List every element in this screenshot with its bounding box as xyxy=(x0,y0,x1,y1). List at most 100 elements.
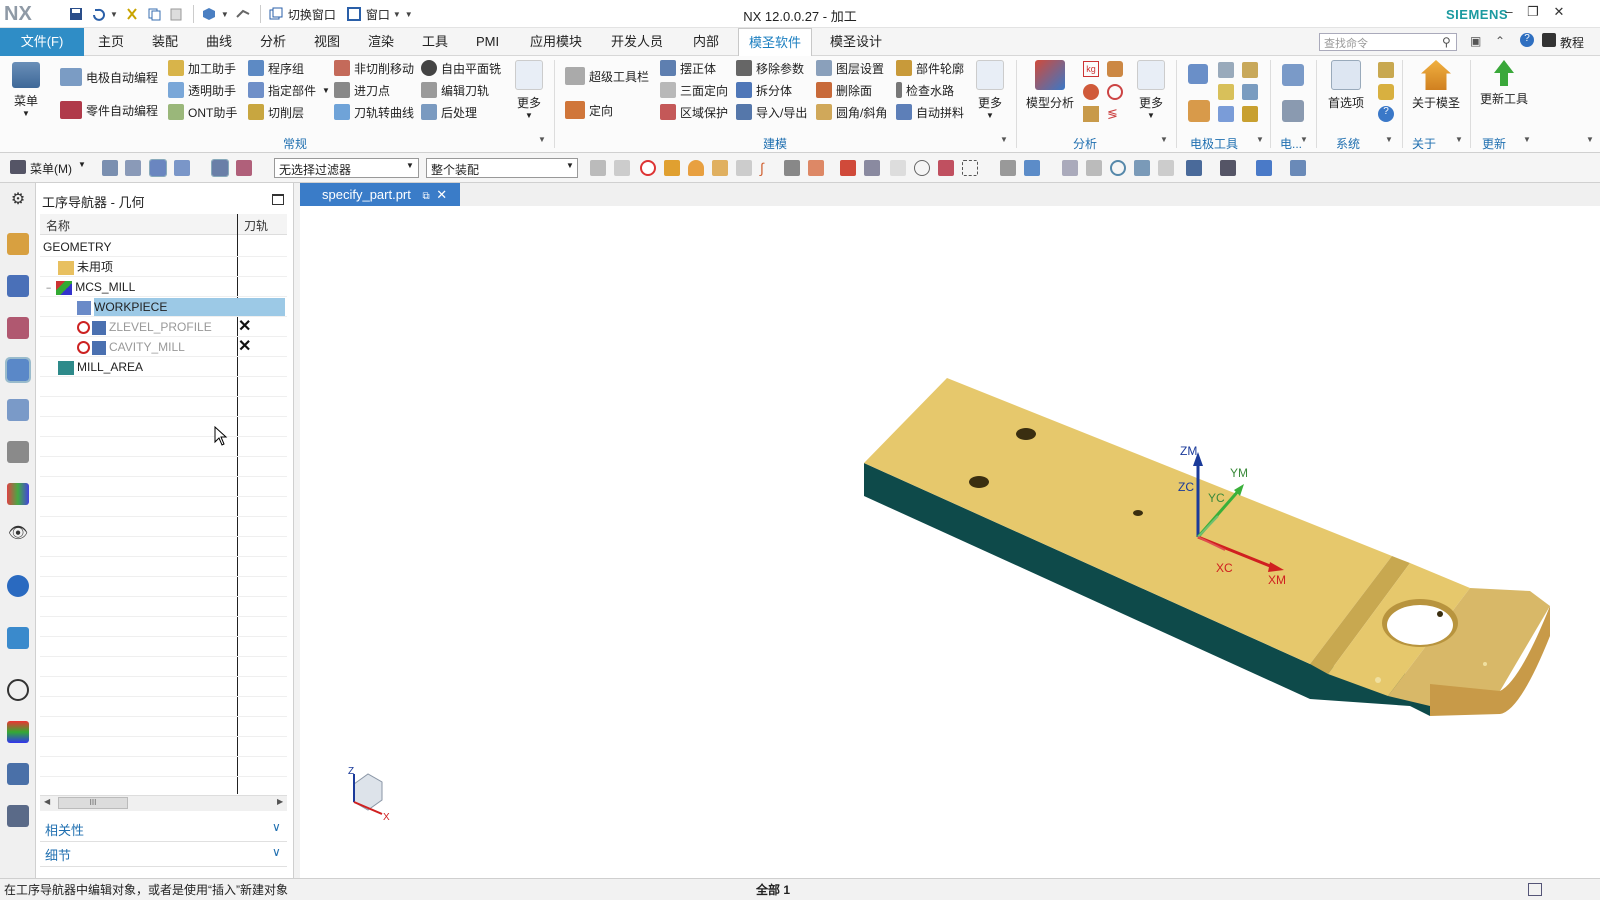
chevron-down-icon[interactable]: ∨ xyxy=(272,845,281,859)
analysis-more-button[interactable]: 更多 ▼ xyxy=(1134,60,1168,120)
assembly-scope-dropdown[interactable]: 整个装配 xyxy=(426,158,578,178)
electrode-tool-icon[interactable] xyxy=(1218,106,1234,122)
split-body-button[interactable]: 拆分体 xyxy=(736,80,792,100)
analysis-box-icon[interactable] xyxy=(1083,106,1099,122)
restore-button[interactable]: ❐ xyxy=(1522,4,1544,24)
file-tab[interactable]: 文件(F) xyxy=(0,28,84,56)
tutorial-link[interactable]: 教程 xyxy=(1560,34,1584,51)
menu-button[interactable]: 菜单 ▼ xyxy=(8,62,44,118)
tree-row-zlevel-profile[interactable]: ZLEVEL_PROFILE ✕ xyxy=(40,317,287,337)
tab-application[interactable]: 应用模块 xyxy=(520,28,592,56)
program-order-view-icon[interactable] xyxy=(102,160,118,176)
about-mosheng-button[interactable]: 关于模圣 xyxy=(1406,60,1466,111)
cut-levels-button[interactable]: 切削层 xyxy=(248,102,304,122)
part-outline-button[interactable]: 部件轮廓 xyxy=(896,58,964,78)
palette-icon[interactable] xyxy=(7,721,29,743)
lock-icon[interactable] xyxy=(1378,84,1394,100)
free-face-mill-button[interactable]: 自由平面铣 xyxy=(421,58,501,78)
analysis-clock-icon[interactable] xyxy=(1107,84,1123,100)
close-button[interactable]: ✕ xyxy=(1548,4,1570,24)
orient-button[interactable]: 定向 xyxy=(565,100,613,120)
robot-icon[interactable] xyxy=(7,805,29,827)
minimize-button[interactable]: – xyxy=(1498,4,1520,24)
scroll-right-icon[interactable]: ▶ xyxy=(277,797,283,806)
entry-point-button[interactable]: 进刀点 xyxy=(334,80,390,100)
snap-icon[interactable] xyxy=(590,160,606,176)
maximize-panel-icon[interactable] xyxy=(272,194,284,205)
command-search-input[interactable]: 查找命令 xyxy=(1319,33,1457,51)
help-icon[interactable]: ? xyxy=(1520,33,1534,47)
chevron-down-icon[interactable]: ▼ xyxy=(322,86,330,95)
tab-developer[interactable]: 开发人员 xyxy=(601,28,673,56)
tab-view[interactable]: 视图 xyxy=(304,28,350,56)
tab-pmi[interactable]: PMI xyxy=(466,28,509,56)
check-waterline-button[interactable]: 检查水路 xyxy=(896,80,954,100)
rotate-icon[interactable] xyxy=(1110,160,1126,176)
pin-icon[interactable]: ⧉ xyxy=(423,191,430,202)
column-toolpath-header[interactable]: 刀轨 xyxy=(244,216,268,236)
face-select-icon[interactable] xyxy=(688,160,704,176)
group-expand-icon[interactable]: ▼ xyxy=(1160,135,1168,144)
update-tool-button[interactable]: 更新工具 xyxy=(1476,60,1532,107)
analysis-measure-icon[interactable] xyxy=(1107,61,1123,77)
electrode-create-icon[interactable] xyxy=(1188,64,1208,84)
model-analysis-button[interactable]: 模型分析 xyxy=(1024,60,1076,111)
snap-control-icon[interactable] xyxy=(890,160,906,176)
details-panel-header[interactable]: 细节 xyxy=(40,845,287,867)
auto-stock-button[interactable]: 自动拼料 xyxy=(896,102,964,122)
group-expand-icon[interactable]: ▼ xyxy=(1000,135,1008,144)
column-name-header[interactable]: 名称 xyxy=(46,216,70,236)
non-cutting-moves-button[interactable]: 非切削移动 xyxy=(334,58,414,78)
ribbon-options-icon[interactable]: ▣ xyxy=(1470,34,1481,48)
chevron-down-icon[interactable]: ▼ xyxy=(566,161,574,170)
component-select-icon[interactable] xyxy=(736,160,752,176)
reuse-library-icon[interactable] xyxy=(7,441,29,463)
tab-tools[interactable]: 工具 xyxy=(412,28,458,56)
import-export-button[interactable]: 导入/导出 xyxy=(736,102,807,122)
verify-toolpath-icon[interactable] xyxy=(236,160,252,176)
roles-icon[interactable] xyxy=(7,483,29,505)
pan-icon[interactable] xyxy=(1134,160,1150,176)
region-protect-button[interactable]: 区域保护 xyxy=(660,102,728,122)
part-auto-program-button[interactable]: 零件自动编程 xyxy=(60,100,158,120)
body-select-icon[interactable] xyxy=(664,160,680,176)
dependency-panel-header[interactable]: 相关性 xyxy=(40,820,287,842)
remove-parameters-button[interactable]: 移除参数 xyxy=(736,58,804,78)
snap-center-icon[interactable] xyxy=(914,160,930,176)
graphics-viewport[interactable]: ZM YM ZC YC XC XM Z X xyxy=(300,206,1600,879)
show-hide-icon[interactable] xyxy=(1290,160,1306,176)
render-style-icon[interactable] xyxy=(1024,160,1040,176)
ribbon-options-dropdown-icon[interactable]: ▼ xyxy=(1586,135,1594,144)
three-face-orient-button[interactable]: 三面定向 xyxy=(660,80,728,100)
generate-toolpath-icon[interactable] xyxy=(211,159,229,177)
view-icon[interactable] xyxy=(1000,160,1016,176)
full-screen-icon[interactable] xyxy=(1528,883,1542,896)
tab-home[interactable]: 主页 xyxy=(88,28,134,56)
tree-row-mcs-mill[interactable]: − MCS_MILL xyxy=(40,277,287,297)
snap-intersect-icon[interactable] xyxy=(938,160,954,176)
group-expand-icon[interactable]: ▼ xyxy=(1256,135,1264,144)
analysis-sphere-icon[interactable] xyxy=(1083,84,1099,100)
selection-filter-dropdown[interactable]: 无选择过滤器 xyxy=(274,158,419,178)
snap-icon[interactable] xyxy=(614,160,630,176)
align-body-button[interactable]: 摆正体 xyxy=(660,58,716,78)
general-more-button[interactable]: 更多 ▼ xyxy=(512,60,546,120)
ont-assistant-button[interactable]: ONT助手 xyxy=(168,102,237,122)
info-icon[interactable] xyxy=(7,575,29,597)
rectangle-select-icon[interactable] xyxy=(962,160,978,176)
group-expand-icon[interactable]: ▼ xyxy=(1385,135,1393,144)
fillet-chamfer-button[interactable]: 圆角/斜角 xyxy=(816,102,887,122)
group-expand-icon[interactable]: ▼ xyxy=(1300,135,1308,144)
analysis-compare-icon[interactable]: ≶ xyxy=(1107,106,1123,122)
collapse-icon[interactable]: − xyxy=(46,283,51,293)
web-browser-icon[interactable] xyxy=(7,627,29,649)
scroll-left-icon[interactable]: ◀ xyxy=(44,797,50,806)
group-expand-icon[interactable]: ▼ xyxy=(538,135,546,144)
machining-assistant-button[interactable]: 加工助手 xyxy=(168,58,236,78)
search-icon[interactable]: ⚲ xyxy=(1442,35,1451,49)
system-help-icon[interactable]: ? xyxy=(1378,106,1394,122)
layer-settings-button[interactable]: 图层设置 xyxy=(816,58,884,78)
tree-row-cavity-mill[interactable]: CAVITY_MILL ✕ xyxy=(40,337,287,357)
electrode-tool-icon[interactable] xyxy=(1218,84,1234,100)
fit-view-icon[interactable] xyxy=(1062,160,1078,176)
